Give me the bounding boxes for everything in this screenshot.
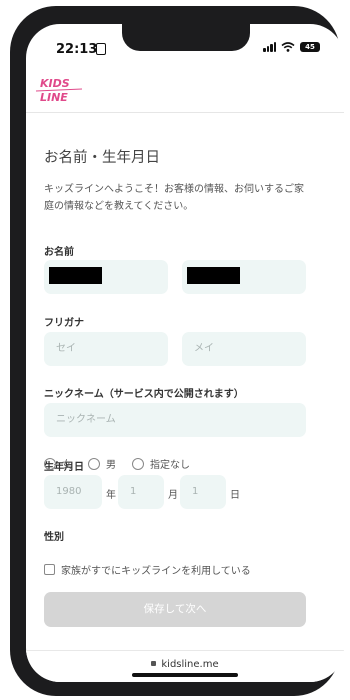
page-title: お名前・生年月日 [44,150,160,166]
birth-month-input[interactable]: 1 [118,475,164,509]
gender-male-radio[interactable]: 男 [88,456,116,471]
person-icon [96,43,106,55]
battery-icon: 45 [300,42,320,52]
gender-label: 性別 [44,532,64,543]
radio-circle [132,457,144,470]
family-checkbox-row[interactable]: 家族がすでにキッズラインを利用している [44,562,251,577]
day-unit: 日 [230,490,240,501]
save-next-button[interactable]: 保存して次へ [44,592,306,627]
svg-text:KIDS: KIDS [40,77,70,90]
family-checkbox-label: 家族がすでにキッズラインを利用している [61,566,251,577]
birth-year-input[interactable]: 1980 [44,475,102,509]
notch [122,24,250,51]
nickname-input[interactable]: ニックネーム [44,403,306,437]
radio-circle [44,457,56,470]
svg-text:LINE: LINE [40,91,68,104]
nickname-label: ニックネーム（サービス内で公開されます） [44,389,244,400]
lock-icon [151,661,157,666]
month-unit: 月 [168,490,178,501]
gender-female-radio[interactable]: 女 [44,456,72,471]
redacted-value [49,267,102,284]
radio-circle [88,457,100,470]
url-text: kidsline.me [161,659,219,670]
phone-frame: 22:13 45 KIDS LINE お名前・生年月日 キッズラインへようこそ！… [10,6,344,696]
family-checkbox[interactable] [44,564,55,575]
status-time: 22:13 [56,42,98,57]
gender-unspecified-radio[interactable]: 指定なし [132,456,190,471]
browser-url-bar[interactable]: kidsline.me [26,650,344,682]
furigana-label: フリガナ [44,318,84,329]
furigana-sei-input[interactable]: セイ [44,332,168,366]
kidsline-logo[interactable]: KIDS LINE [34,74,84,106]
last-name-input[interactable] [44,260,168,294]
wifi-icon [281,42,295,52]
first-name-input[interactable] [182,260,306,294]
intro-text: キッズラインへようこそ！お客様の情報、お伺いするご家庭の情報などを教えてください… [44,184,304,212]
redacted-value [187,267,240,284]
home-indicator [132,673,238,677]
name-label: お名前 [44,247,74,258]
furigana-mei-input[interactable]: メイ [182,332,306,366]
gender-radio-group: 女 男 指定なし [44,456,206,471]
year-unit: 年 [106,490,116,501]
cellular-signal-icon [263,42,276,52]
site-header: KIDS LINE [26,70,344,113]
birth-day-input[interactable]: 1 [180,475,226,509]
screen: 22:13 45 KIDS LINE お名前・生年月日 キッズラインへようこそ！… [26,24,344,682]
status-icons: 45 [263,42,320,52]
